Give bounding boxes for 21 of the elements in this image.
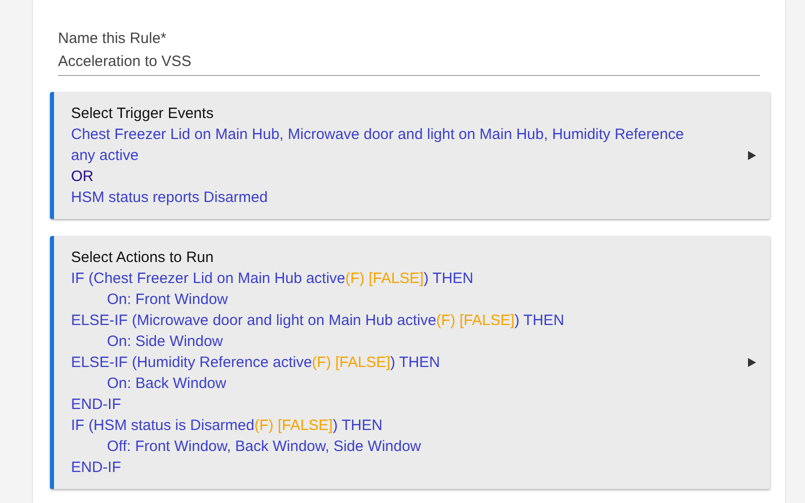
name-field[interactable]: Acceleration to VSS	[58, 51, 760, 76]
expand-arrow-icon	[748, 151, 756, 160]
rule-line: END-IF	[71, 395, 122, 415]
section-panel[interactable]: Select Trigger Events Chest Freezer Lid on Main Hub, Microwave door and light on Main Hub, Humidity Reference any active OR HSM status reports Disarmed	[50, 92, 770, 219]
rule-line: OR	[71, 167, 94, 187]
rule-line: Off: Front Window, Back Window, Side Window	[106, 437, 422, 457]
section-title: Select Actions to Run	[71, 248, 215, 268]
rule-line: ELSE-IF (Microwave door and light on Main Hub active(F) [FALSE]) THEN	[71, 311, 566, 331]
rule-line: On: Back Window	[106, 374, 228, 394]
rule-line: Chest Freezer Lid on Main Hub, Microwave door and light on Main Hub, Humidity Reference any active	[71, 125, 685, 166]
rule-line: ELSE-IF (Humidity Reference active(F) [FALSE]) THEN	[71, 353, 442, 373]
rule-line: HSM status reports Disarmed	[71, 188, 269, 208]
rule-line: IF (Chest Freezer Lid on Main Hub active(F) [FALSE]) THEN	[71, 269, 474, 289]
rule-line: IF (HSM status is Disarmed(F) [FALSE]) THEN	[71, 416, 384, 436]
field-label: Name this Rule*	[58, 29, 168, 49]
section-title: Select Trigger Events	[71, 104, 215, 124]
rule-line: On: Front Window	[106, 290, 229, 310]
expand-arrow-icon	[748, 358, 756, 367]
rule-line: END-IF	[71, 458, 122, 478]
rule-line: On: Side Window	[106, 332, 224, 352]
section-panel[interactable]	[50, 236, 770, 489]
